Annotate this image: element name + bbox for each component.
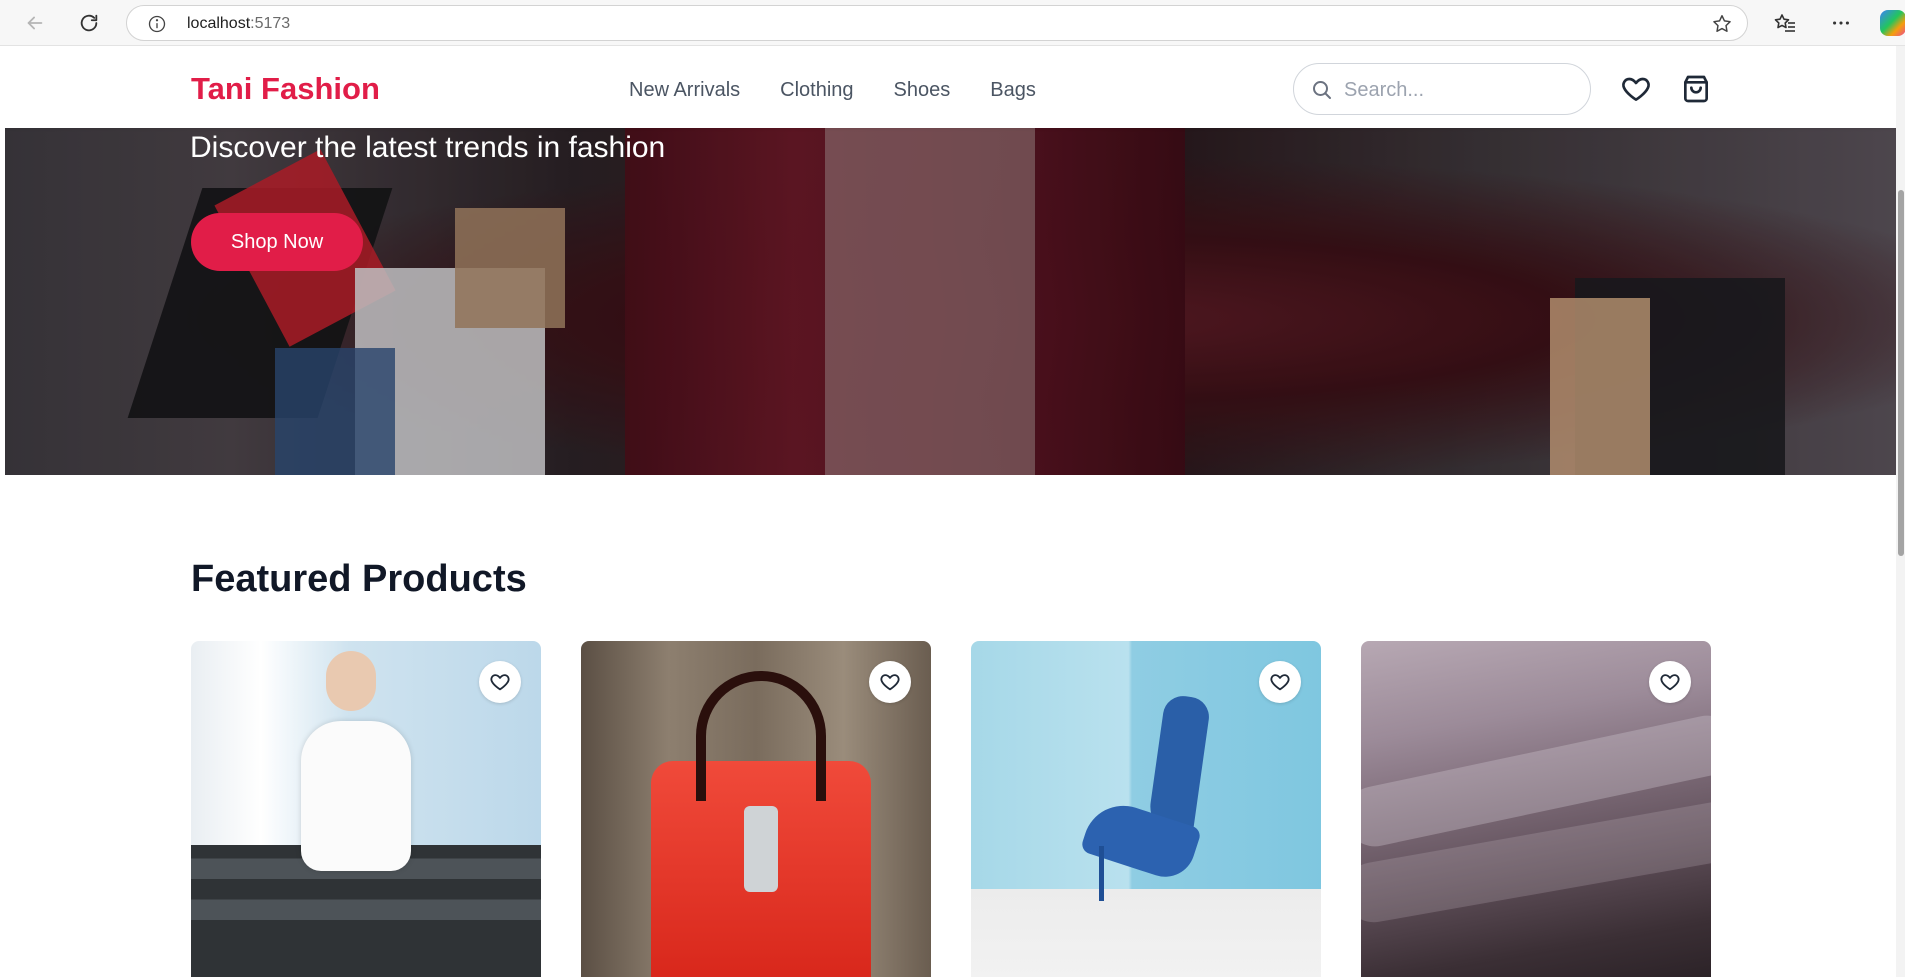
favorite-button[interactable]	[869, 661, 911, 703]
hero-subtitle: Discover the latest trends in fashion	[190, 131, 666, 164]
search-box[interactable]	[1293, 63, 1591, 115]
star-icon[interactable]	[1711, 13, 1733, 35]
url-text[interactable]: localhost:5173	[187, 15, 290, 33]
scrollbar-thumb[interactable]	[1898, 190, 1904, 556]
favorites-button[interactable]	[1770, 8, 1800, 38]
bag-handle	[696, 671, 826, 801]
heart-icon	[490, 674, 510, 691]
favorite-button[interactable]	[1259, 661, 1301, 703]
heart-icon	[1660, 674, 1680, 691]
info-icon[interactable]	[147, 14, 167, 34]
logo[interactable]: Tani Fashion	[191, 71, 380, 107]
arrow-left-icon	[27, 16, 43, 30]
browser-toolbar: localhost:5173	[0, 0, 1905, 46]
more-icon	[1833, 21, 1849, 25]
main-nav: New Arrivals Clothing Shoes Bags	[629, 79, 1076, 102]
product-card[interactable]	[1361, 641, 1711, 977]
featured-title: Featured Products	[191, 558, 527, 600]
nav-new-arrivals[interactable]: New Arrivals	[629, 79, 740, 102]
dress-shape	[301, 721, 411, 871]
favorite-button[interactable]	[1649, 661, 1691, 703]
copilot-icon[interactable]	[1880, 10, 1905, 36]
nav-clothing[interactable]: Clothing	[780, 79, 853, 102]
hero-overlay	[5, 128, 1896, 475]
more-button[interactable]	[1826, 8, 1856, 38]
site-header: Tani Fashion New Arrivals Clothing Shoes…	[5, 49, 1896, 128]
refresh-icon	[80, 14, 98, 32]
bag-clasp	[744, 806, 778, 892]
favorite-button[interactable]	[479, 661, 521, 703]
heart-icon[interactable]	[1620, 73, 1652, 105]
back-button[interactable]	[20, 8, 50, 38]
address-bar[interactable]: localhost:5173	[126, 5, 1748, 41]
shopping-bag-icon[interactable]	[1680, 73, 1712, 105]
shoe-heel	[1099, 846, 1104, 901]
scrollbar-track[interactable]	[1896, 46, 1905, 977]
heart-icon	[880, 674, 900, 691]
search-icon	[1313, 81, 1331, 99]
nav-shoes[interactable]: Shoes	[894, 79, 951, 102]
nav-bags[interactable]: Bags	[990, 79, 1036, 102]
refresh-button[interactable]	[74, 8, 104, 38]
product-card[interactable]	[581, 641, 931, 977]
page-viewport: Tani Fashion New Arrivals Clothing Shoes…	[5, 49, 1896, 977]
product-card[interactable]	[971, 641, 1321, 977]
hero-banner: Discover the latest trends in fashion Sh…	[5, 128, 1896, 475]
url-port: :5173	[250, 15, 291, 32]
heart-icon	[1270, 674, 1290, 691]
product-card[interactable]	[191, 641, 541, 977]
url-host: localhost	[187, 15, 251, 32]
search-input[interactable]	[1344, 76, 1574, 104]
favorites-list-icon	[1774, 14, 1795, 32]
shop-now-button[interactable]: Shop Now	[191, 213, 363, 271]
model-head	[326, 651, 376, 711]
